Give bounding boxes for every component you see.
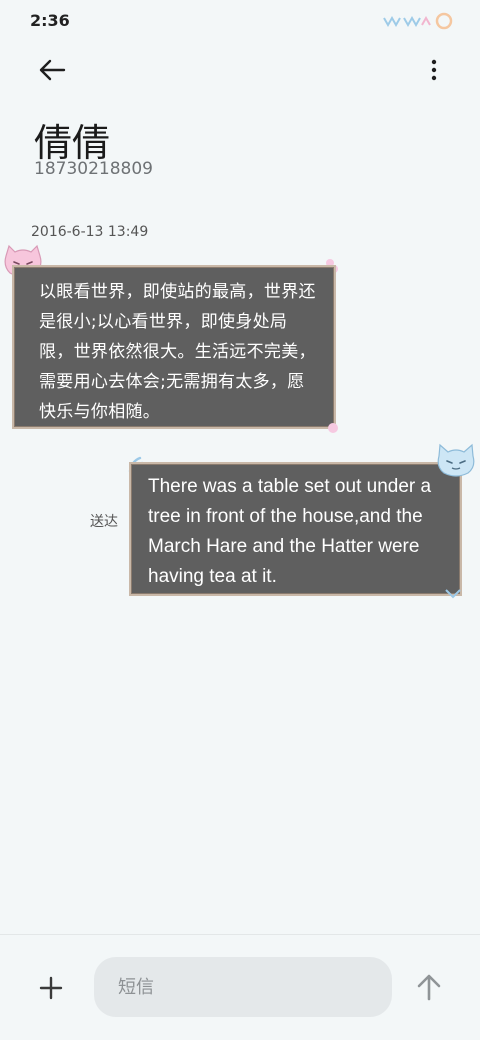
send-button[interactable] [410, 968, 448, 1006]
status-time: 2:36 [30, 11, 70, 30]
composer-divider [0, 934, 480, 935]
arrow-up-icon [417, 974, 441, 1001]
blue-mascot-icon [437, 443, 475, 477]
plus-icon [39, 976, 63, 1000]
blue-tail-icon [445, 589, 461, 599]
outgoing-message-bubble[interactable]: There was a table set out under a tree i… [129, 462, 462, 596]
pink-dot-icon [328, 423, 338, 433]
outgoing-message-text: There was a table set out under a tree i… [148, 476, 432, 587]
arrow-left-icon [39, 59, 66, 81]
more-vertical-icon [431, 59, 437, 81]
status-bar: 2:36 [0, 0, 480, 40]
status-decoration-icon [383, 12, 453, 30]
incoming-message-text: 以眼看世界，即使站的最高，世界还是很小;以心看世界，即使身处局限，世界依然很大。… [39, 282, 316, 422]
contact-number: 18730218809 [34, 159, 153, 179]
message-input[interactable] [94, 957, 392, 1017]
message-timestamp: 2016-6-13 13:49 [31, 224, 149, 240]
add-attachment-button[interactable] [33, 970, 69, 1006]
delivery-status: 送达 [90, 514, 118, 530]
messaging-screen: 2:36 倩倩 18730218809 2016-6-13 13:49 以眼看世… [0, 0, 480, 1040]
incoming-message-bubble[interactable]: 以眼看世界，即使站的最高，世界还是很小;以心看世界，即使身处局限，世界依然很大。… [12, 265, 336, 429]
more-options-button[interactable] [424, 50, 444, 90]
back-button[interactable] [30, 50, 74, 90]
